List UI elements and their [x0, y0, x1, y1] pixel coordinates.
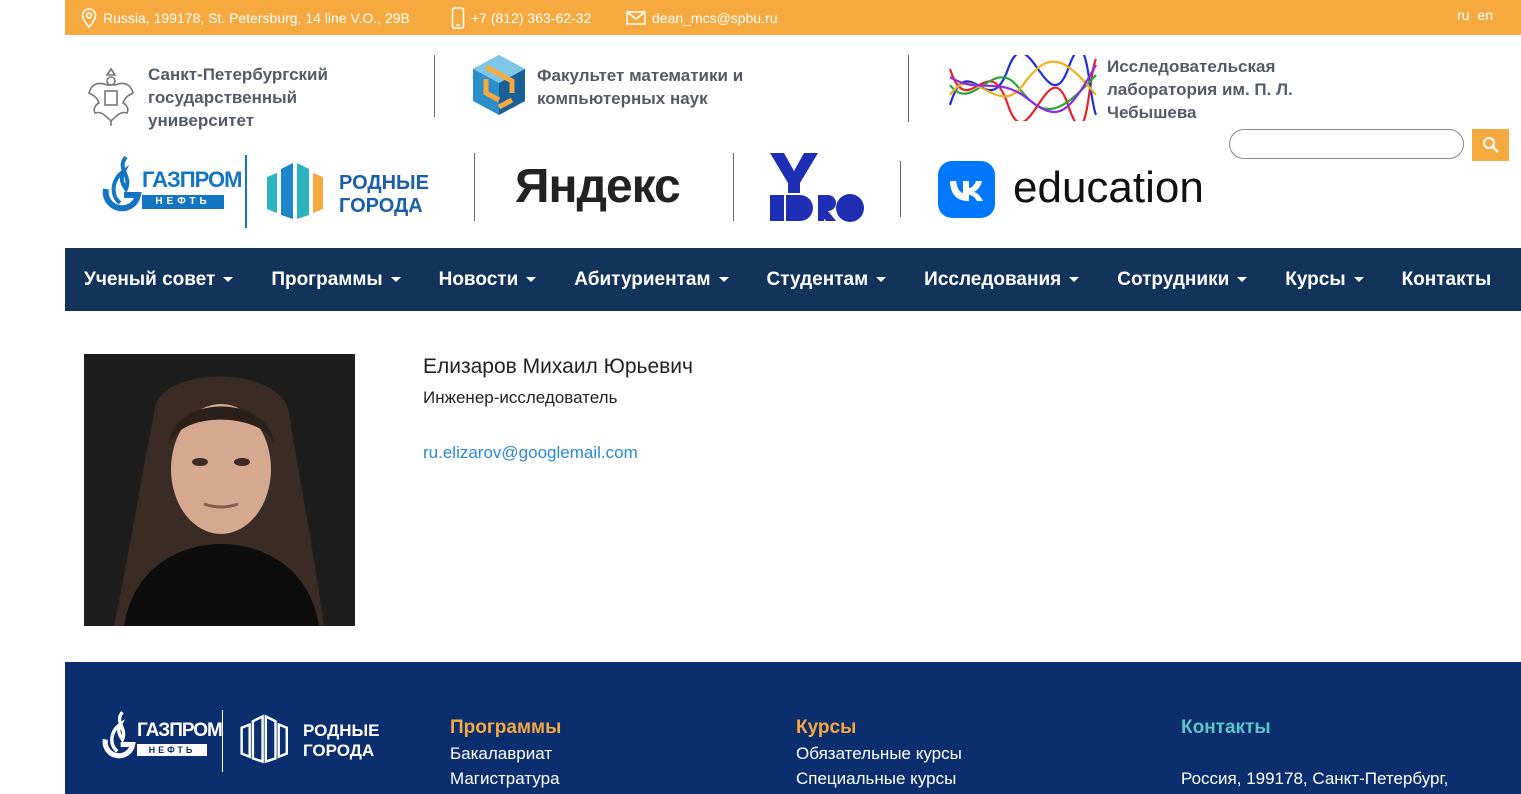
caret-down-icon: [1353, 277, 1364, 282]
header-divider: [434, 55, 435, 117]
rodnye-goroda-logo[interactable]: РОДНЫЕ ГОРОДА: [265, 159, 429, 223]
nav-item-label: Программы: [271, 268, 383, 290]
vk-education-logo[interactable]: education: [938, 161, 1268, 219]
faculty-cube-logo-icon[interactable]: [470, 53, 528, 117]
top-bar: Russia, 199178, St. Petersburg, 14 line …: [65, 0, 1521, 35]
header-divider: [908, 55, 909, 122]
footer-contacts-address: Россия, 199178, Санкт-Петербург,: [1181, 769, 1449, 788]
rodnye-word-1: РОДНЫЕ: [339, 172, 429, 194]
spbu-crest-icon[interactable]: [85, 63, 137, 127]
phone-icon: [451, 6, 465, 29]
nav-item-label: Новости: [438, 268, 519, 290]
caret-down-icon: [1237, 277, 1248, 282]
lab-title[interactable]: Исследовательская лаборатория им. П. Л. …: [1107, 55, 1293, 124]
search-icon: [1482, 137, 1499, 153]
caret-down-icon: [390, 277, 401, 282]
gazprom-neft-logo[interactable]: ГАЗПРОМ НЕФТЬ: [102, 155, 242, 215]
nav-item-4[interactable]: Студентам: [748, 269, 906, 291]
gazprom-flame-icon: [102, 155, 142, 212]
nav-item-label: Исследования: [924, 268, 1062, 290]
nav-item-label: Ученый совет: [84, 268, 216, 290]
nav-item-3[interactable]: Абитуриентам: [555, 269, 747, 291]
nav-item-6[interactable]: Сотрудники: [1098, 269, 1266, 291]
faculty-title[interactable]: Факультет математики и компьютерных наук: [537, 64, 743, 110]
person-position: Инженер-исследователь: [423, 388, 618, 407]
search-button[interactable]: [1472, 129, 1509, 161]
footer-rodnye-word-2: ГОРОДА: [303, 741, 375, 760]
footer: ГАЗПРОМ НЕФТЬ РОДНЫЕ ГОРОДА Программы Ба…: [65, 662, 1521, 794]
mail-icon: [626, 10, 646, 25]
email-item[interactable]: dean_mcs@spbu.ru: [626, 0, 778, 35]
footer-divider: [222, 710, 223, 772]
footer-link-master[interactable]: Магистратура: [450, 769, 560, 789]
yadro-logo-icon[interactable]: [770, 153, 866, 223]
footer-link-bachelor[interactable]: Бакалавриат: [450, 744, 552, 764]
address-text: Russia, 199178, St. Petersburg, 14 line …: [103, 9, 410, 26]
footer-gazprom-sub: НЕФТЬ: [137, 744, 207, 756]
gazprom-flame-icon: [102, 711, 136, 759]
nav-item-label: Абитуриентам: [574, 268, 711, 290]
rodnye-goroda-icon: [240, 714, 288, 764]
location-pin-icon: [81, 7, 97, 28]
yandex-first-letter-mark: [515, 167, 545, 207]
lang-ru-link[interactable]: ru: [1457, 7, 1469, 23]
nav-item-5[interactable]: Исследования: [905, 269, 1098, 291]
caret-down-icon: [718, 277, 729, 282]
footer-programs-heading: Программы: [450, 717, 562, 738]
nav-item-7[interactable]: Курсы: [1266, 269, 1382, 291]
vk-icon: [938, 161, 995, 218]
gazprom-word: ГАЗПРОМ: [142, 167, 242, 192]
caret-down-icon: [223, 277, 234, 282]
phone-item[interactable]: +7 (812) 363-62-32: [451, 0, 591, 35]
person-portrait-icon: [84, 354, 355, 626]
email-text[interactable]: dean_mcs@spbu.ru: [652, 10, 778, 26]
person-name: Елизаров Михаил Юрьевич: [423, 355, 693, 378]
vk-education-word: education: [1013, 163, 1204, 212]
nav-item-8[interactable]: Контакты: [1383, 269, 1511, 291]
partner-divider: [900, 161, 901, 217]
footer-link-mandatory-courses[interactable]: Обязательные курсы: [796, 744, 962, 764]
footer-gazprom-word: ГАЗПРОМ: [137, 720, 223, 741]
footer-rodnye-logo[interactable]: РОДНЫЕ ГОРОДА: [240, 712, 380, 768]
nav-item-label: Контакты: [1401, 268, 1492, 290]
footer-gazprom-logo[interactable]: ГАЗПРОМ НЕФТЬ: [102, 710, 223, 770]
rodnye-word-2: ГОРОДА: [339, 195, 423, 217]
footer-rodnye-word-1: РОДНЫЕ: [303, 721, 380, 740]
chebyshev-waves-logo-icon[interactable]: [948, 55, 1098, 121]
address-item: Russia, 199178, St. Petersburg, 14 line …: [81, 0, 410, 35]
footer-contacts-heading: Контакты: [1181, 717, 1271, 738]
language-switcher: ru en: [1453, 7, 1493, 23]
nav-item-0[interactable]: Ученый совет: [65, 269, 252, 291]
phone-text[interactable]: +7 (812) 363-62-32: [471, 10, 591, 26]
partner-divider: [245, 155, 247, 228]
nav-item-label: Студентам: [766, 268, 869, 290]
nav-item-label: Курсы: [1285, 268, 1346, 290]
spbu-title[interactable]: Санкт-Петербургский государственный унив…: [148, 63, 328, 132]
profile-photo: [84, 354, 355, 626]
rodnye-goroda-icon: [267, 163, 323, 219]
main-nav: Ученый совет Программы Новости Абитуриентам…: [65, 248, 1521, 311]
person-email-link[interactable]: ru.elizarov@googlemail.com: [423, 443, 638, 463]
nav-item-1[interactable]: Программы: [252, 269, 419, 291]
partner-divider: [474, 153, 475, 221]
partner-divider: [733, 153, 734, 221]
gazprom-sub: НЕФТЬ: [142, 195, 224, 209]
caret-down-icon: [876, 277, 887, 282]
footer-link-special-courses[interactable]: Специальные курсы: [796, 769, 956, 789]
caret-down-icon: [1069, 277, 1080, 282]
lang-en-link[interactable]: en: [1477, 7, 1493, 23]
search-input[interactable]: [1229, 129, 1464, 159]
nav-item-2[interactable]: Новости: [420, 269, 556, 291]
caret-down-icon: [526, 277, 537, 282]
header: Санкт-Петербургский государственный унив…: [65, 35, 1521, 248]
nav-item-label: Сотрудники: [1117, 268, 1230, 290]
footer-courses-heading: Курсы: [796, 717, 857, 738]
